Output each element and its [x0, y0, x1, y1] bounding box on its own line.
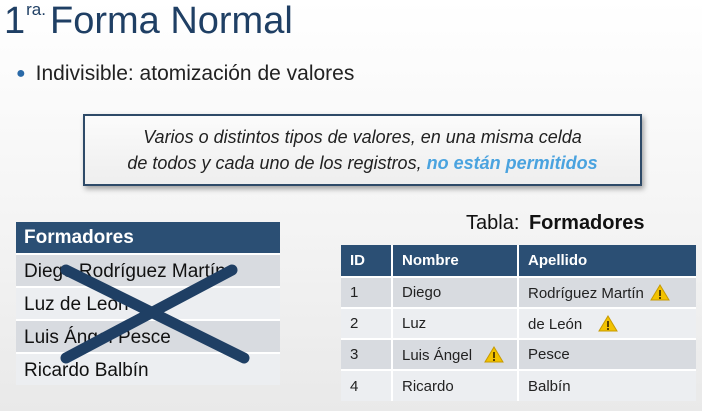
- table-header-row: ID Nombre Apellido: [341, 245, 696, 277]
- cell-apellido-text: de León: [528, 315, 583, 333]
- title-number: 1: [4, 0, 26, 42]
- table-caption: Tabla: Formadores: [466, 212, 645, 235]
- left-table-header: Formadores: [16, 222, 280, 253]
- table-caption-prefix: Tabla:: [466, 212, 520, 234]
- bullet-point: ● Indivisible: atomización de valores: [16, 62, 354, 86]
- title-text: Forma Normal: [49, 0, 293, 42]
- callout-line-1: Varios o distintos tipos de valores, en …: [143, 127, 582, 147]
- cell-apellido: Pesce: [518, 338, 696, 370]
- cell-apellido: de León: [518, 307, 696, 339]
- table-row: 3 Luis Ángel Pesce: [341, 338, 696, 370]
- callout-box: Varios o distintos tipos de valores, en …: [83, 114, 642, 186]
- cell-id: 1: [341, 276, 393, 308]
- cell-nombre: Luis Ángel: [392, 338, 519, 370]
- bullet-text: Indivisible: atomización de valores: [35, 62, 355, 85]
- cell-apellido-text: Rodríguez Martín: [528, 284, 644, 302]
- cell-apellido: Balbín: [518, 369, 696, 401]
- cell-id: 2: [341, 307, 393, 339]
- callout-highlight: no están permitidos: [426, 153, 598, 173]
- left-table-row: Diego Rodríguez Martín: [16, 253, 280, 286]
- table-row: 1 Diego Rodríguez Martín: [341, 276, 696, 308]
- table-caption-name: Formadores: [528, 212, 645, 234]
- column-header-nombre: Nombre: [392, 245, 519, 277]
- warning-icon: [484, 345, 504, 362]
- cell-nombre: Diego: [392, 276, 519, 308]
- table-row: 2 Luz de León: [341, 307, 696, 339]
- cell-id: 4: [341, 369, 393, 401]
- bullet-icon: ●: [16, 65, 26, 82]
- left-table-row: Ricardo Balbín: [16, 352, 280, 385]
- cell-nombre: Luz: [392, 307, 519, 339]
- warning-icon: [598, 314, 619, 331]
- table-row: 4 Ricardo Balbín: [341, 369, 696, 401]
- title-superscript: ra.: [26, 0, 46, 19]
- callout-line-2-text: de todos y cada uno de los registros,: [127, 153, 427, 173]
- callout-line-2: de todos y cada uno de los registros, no…: [85, 150, 640, 176]
- non-normalized-table: Formadores Diego Rodríguez Martín Luz de…: [16, 222, 280, 385]
- cell-nombre: Ricardo: [392, 369, 519, 401]
- normalized-table: ID Nombre Apellido 1 Diego Rodríguez Mar…: [341, 245, 696, 401]
- warning-icon: [650, 283, 670, 300]
- slide-title: 1ra. Forma Normal: [4, 0, 293, 43]
- cell-apellido: Rodríguez Martín: [518, 276, 696, 308]
- column-header-apellido: Apellido: [518, 245, 696, 277]
- left-table-row: Luis Ángel Pesce: [16, 319, 280, 352]
- cell-nombre-text: Luis Ángel: [402, 346, 473, 364]
- cell-id: 3: [341, 338, 393, 370]
- column-header-id: ID: [341, 245, 393, 277]
- left-table-row: Luz de León: [16, 286, 280, 319]
